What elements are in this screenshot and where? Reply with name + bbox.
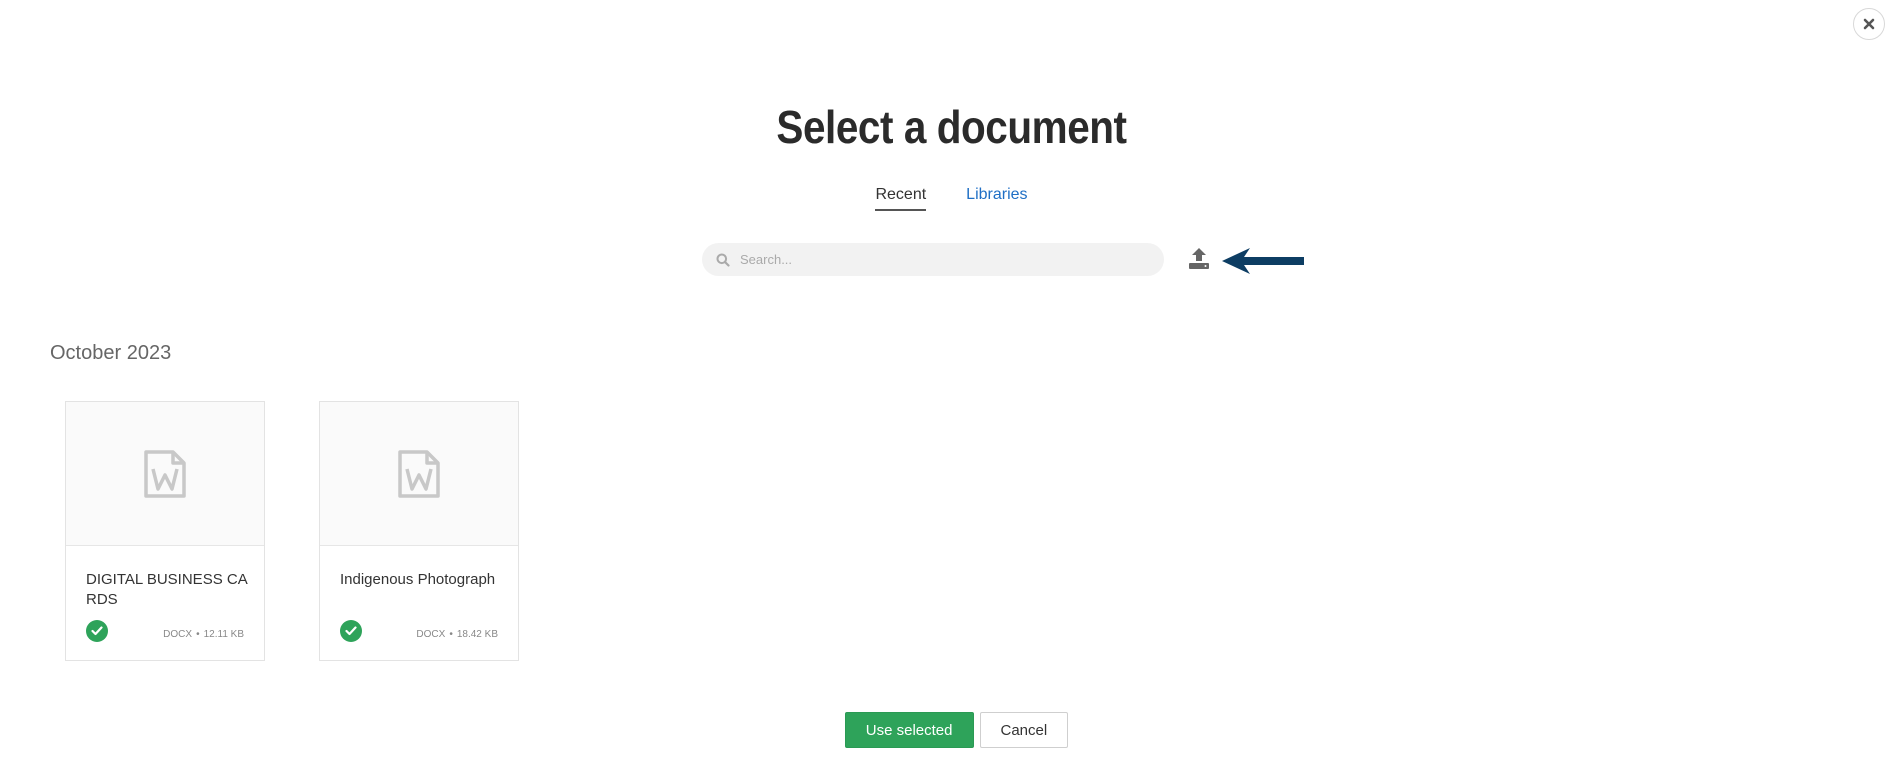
upload-button[interactable] bbox=[1186, 246, 1212, 272]
document-meta: DOCX • 18.42 KB bbox=[416, 629, 498, 640]
document-meta: DOCX • 12.11 KB bbox=[163, 629, 244, 640]
search-icon bbox=[716, 253, 730, 267]
word-document-icon bbox=[144, 449, 186, 498]
close-icon bbox=[1863, 18, 1875, 30]
page-title: Select a document bbox=[776, 101, 1127, 153]
selected-check-icon bbox=[86, 620, 108, 642]
document-type: DOCX bbox=[416, 629, 446, 640]
document-name: Indigenous Photograph bbox=[340, 571, 496, 588]
search-input[interactable] bbox=[738, 251, 1162, 268]
tab-recent[interactable]: Recent bbox=[875, 186, 927, 211]
selected-check-icon bbox=[340, 620, 362, 642]
document-name: DIGITAL BUSINESS CARDS bbox=[86, 571, 248, 608]
document-type: DOCX bbox=[163, 629, 193, 640]
document-thumbnail bbox=[320, 402, 518, 546]
arrow-left-annotation bbox=[1222, 248, 1304, 274]
document-card[interactable]: DIGITAL BUSINESS CARDS DOCX • 12.11 KB bbox=[65, 401, 265, 661]
footer-actions: Use selected Cancel bbox=[0, 712, 1903, 748]
cancel-button[interactable]: Cancel bbox=[979, 712, 1069, 748]
document-size: 18.42 KB bbox=[456, 629, 498, 640]
section-heading: October 2023 bbox=[50, 342, 172, 364]
use-selected-button[interactable]: Use selected bbox=[844, 712, 974, 748]
select-document-dialog: Select a document Recent Libraries Octob… bbox=[0, 0, 1903, 764]
tab-libraries[interactable]: Libraries bbox=[966, 186, 1027, 211]
close-button[interactable] bbox=[1853, 8, 1885, 40]
word-document-icon bbox=[398, 449, 440, 498]
document-size: 12.11 KB bbox=[203, 629, 244, 640]
tab-bar: Recent Libraries bbox=[0, 186, 1903, 211]
document-card[interactable]: Indigenous Photograph DOCX • 18.42 KB bbox=[319, 401, 519, 661]
document-thumbnail bbox=[66, 402, 264, 546]
upload-icon bbox=[1189, 248, 1209, 269]
search-bar bbox=[702, 243, 1164, 276]
